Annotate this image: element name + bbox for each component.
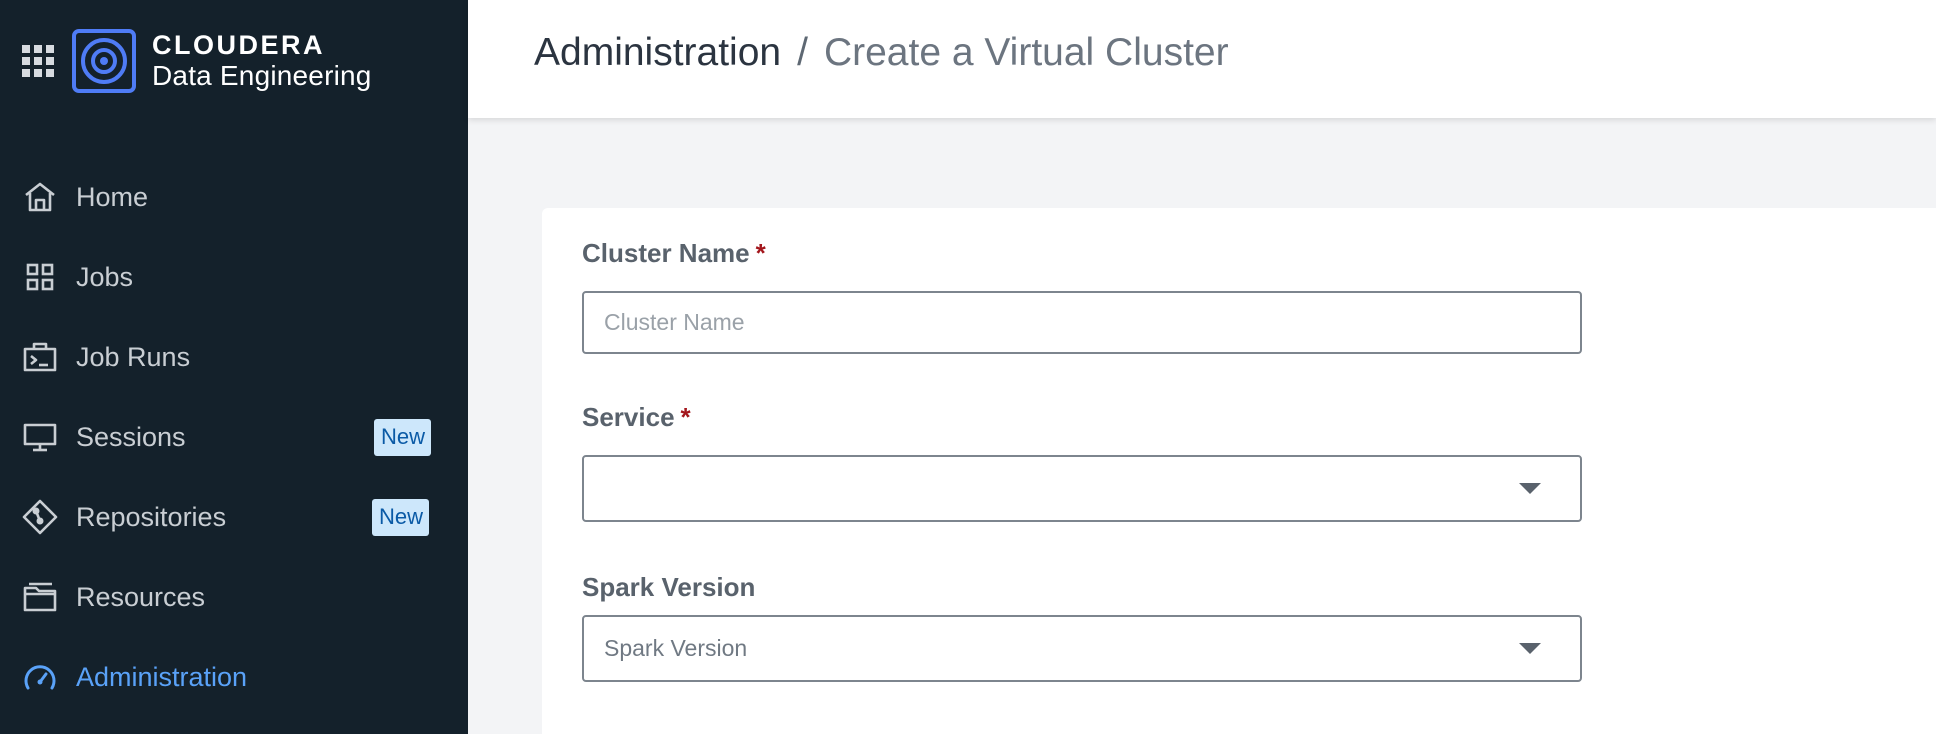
sidebar-nav: Home Jobs Job Runs Sessions New Reposito…: [0, 157, 468, 717]
brand-product: Data Engineering: [152, 60, 372, 92]
brand-header: CLOUDERA Data Engineering: [22, 18, 372, 104]
sidebar-item-label: Home: [76, 181, 149, 212]
page-title: Create a Virtual Cluster: [823, 31, 1229, 74]
git-icon: [20, 497, 60, 537]
page-header: Administration / Create a Virtual Cluste…: [468, 0, 1936, 118]
cluster-name-label: Cluster Name *: [582, 238, 766, 269]
breadcrumb-root-link[interactable]: Administration: [534, 31, 781, 75]
sidebar-item-label: Jobs: [76, 261, 134, 292]
sidebar-item-administration[interactable]: Administration: [0, 637, 468, 717]
create-cluster-form: Cluster Name* Service* Spark Version Spa…: [542, 208, 1936, 734]
sidebar-item-label: Job Runs: [76, 341, 191, 372]
breadcrumb: Administration / Create a Virtual Cluste…: [534, 31, 1229, 75]
sidebar-item-home[interactable]: Home: [0, 157, 468, 237]
sidebar-item-sessions[interactable]: Sessions New: [0, 397, 468, 477]
cluster-name-input[interactable]: [582, 291, 1582, 354]
new-badge: New: [373, 419, 431, 456]
grid-icon: [20, 257, 60, 297]
service-label-text: Service: [582, 402, 675, 432]
new-badge: New: [371, 499, 429, 536]
brand-text: CLOUDERA Data Engineering: [152, 31, 372, 91]
service-label: Service *: [582, 402, 691, 433]
folder-icon: [20, 577, 60, 617]
gauge-icon: [20, 657, 60, 697]
required-mark: *: [680, 402, 691, 432]
service-select[interactable]: [582, 455, 1582, 522]
cloudera-logo-icon[interactable]: [72, 29, 136, 93]
monitor-icon: [20, 417, 60, 457]
sidebar-item-label: Repositories: [76, 501, 227, 532]
home-icon: [20, 177, 60, 217]
brand-company: CLOUDERA: [152, 30, 325, 61]
apps-grid-icon[interactable]: [22, 45, 54, 77]
sidebar-item-label: Administration: [76, 661, 248, 692]
spark-version-select-value: Spark Version: [604, 635, 748, 661]
spark-version-label: Spark Version: [582, 572, 755, 603]
cluster-name-label-text: Cluster Name: [582, 238, 750, 268]
chevron-down-icon: [1519, 483, 1541, 494]
spark-version-select[interactable]: Spark Version: [582, 615, 1582, 682]
sidebar-item-job-runs[interactable]: Job Runs: [0, 317, 468, 397]
sidebar-item-label: Resources: [76, 581, 206, 612]
chevron-down-icon: [1519, 643, 1541, 654]
spark-version-label-text: Spark Version: [582, 572, 756, 602]
required-mark: *: [755, 238, 766, 268]
sidebar-item-repositories[interactable]: Repositories New: [0, 477, 468, 557]
breadcrumb-separator: /: [797, 31, 808, 74]
sidebar-item-resources[interactable]: Resources: [0, 557, 468, 637]
sidebar-item-jobs[interactable]: Jobs: [0, 237, 468, 317]
sidebar: CLOUDERA Data Engineering Home Jobs Job …: [0, 0, 468, 734]
sidebar-item-label: Sessions: [76, 421, 186, 452]
terminal-briefcase-icon: [20, 337, 60, 377]
